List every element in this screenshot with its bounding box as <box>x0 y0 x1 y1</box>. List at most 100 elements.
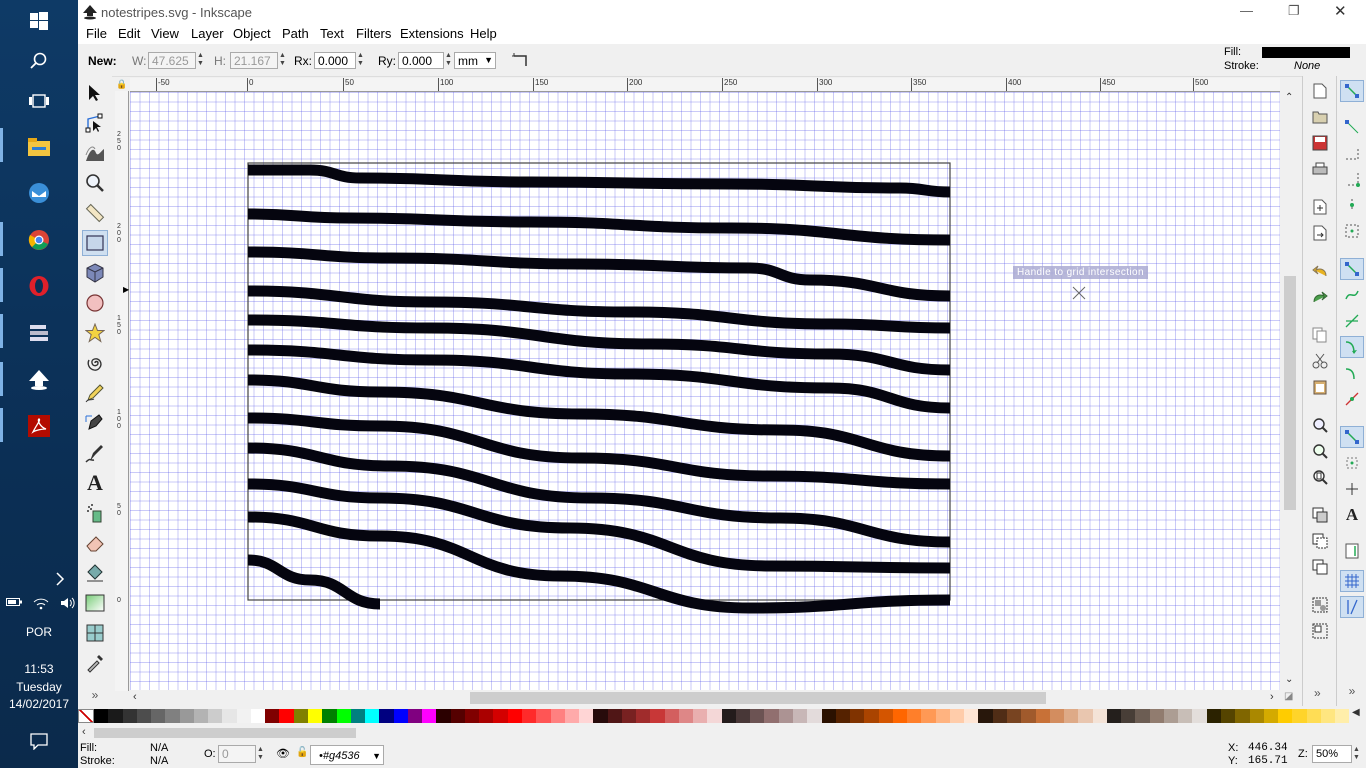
palette-swatch[interactable] <box>365 709 380 723</box>
save-icon[interactable] <box>1309 132 1331 154</box>
palette-swatch[interactable] <box>878 709 893 723</box>
import-icon[interactable] <box>1309 196 1331 218</box>
palette-swatch[interactable] <box>1335 709 1350 723</box>
palette-scrollbar[interactable]: ‹ <box>78 725 1366 741</box>
palette-swatch[interactable] <box>564 709 580 723</box>
palette-swatch[interactable] <box>136 709 152 723</box>
zoom-page-icon[interactable] <box>1309 466 1331 488</box>
snap-bbox-corner-icon[interactable] <box>1340 168 1364 190</box>
snap-bbox-midpoint-icon[interactable] <box>1340 194 1364 216</box>
palette-swatch[interactable] <box>507 709 522 723</box>
palette-swatch[interactable] <box>821 709 836 723</box>
fill-swatch[interactable] <box>1262 47 1350 58</box>
palette-swatch[interactable] <box>636 709 651 723</box>
palette-swatch[interactable] <box>1135 709 1150 723</box>
palette-swatch[interactable] <box>678 709 694 723</box>
rectangle-tool-icon[interactable] <box>82 230 108 256</box>
redo-icon[interactable] <box>1309 286 1331 308</box>
layer-visibility-icon[interactable]: 👁 <box>276 747 290 760</box>
clone-icon[interactable] <box>1309 530 1331 552</box>
palette-swatch[interactable] <box>907 709 922 723</box>
snap-grid-icon[interactable] <box>1340 570 1364 592</box>
snap-bbox-edge-icon[interactable] <box>1340 142 1364 164</box>
width-spinner[interactable]: ▲ ▼ <box>196 52 205 69</box>
snap-bbox-center-icon[interactable] <box>1340 220 1364 242</box>
snap-paths-icon[interactable] <box>1340 284 1364 306</box>
scroll-up-icon[interactable]: ⌃ <box>1285 92 1293 103</box>
palette-swatch[interactable] <box>179 709 194 723</box>
palette-swatch[interactable] <box>935 709 950 723</box>
acrobat-icon[interactable] <box>24 411 54 441</box>
status-stroke-value[interactable]: N/A <box>150 755 168 767</box>
palette-swatch[interactable] <box>521 709 537 723</box>
palette-swatch[interactable] <box>793 709 808 723</box>
palette-swatch[interactable] <box>1049 709 1065 723</box>
palette-swatch[interactable] <box>307 709 323 723</box>
palette-swatch[interactable] <box>393 709 408 723</box>
layer-lock-icon[interactable]: 🔓 <box>296 747 308 758</box>
palette-swatch[interactable] <box>1121 709 1136 723</box>
palette-swatch[interactable] <box>222 709 237 723</box>
minimize-button[interactable]: — <box>1240 3 1253 18</box>
task-view-icon[interactable] <box>24 86 54 116</box>
snap-others-icon[interactable] <box>1340 426 1364 448</box>
palette-swatch[interactable] <box>193 709 209 723</box>
palette-swatch[interactable] <box>293 709 308 723</box>
app-stack-icon[interactable] <box>24 318 54 348</box>
paint-bucket-tool-icon[interactable] <box>82 560 108 586</box>
palette-swatch[interactable] <box>735 709 751 723</box>
unlink-clone-icon[interactable] <box>1309 556 1331 578</box>
volume-icon[interactable] <box>60 596 76 612</box>
zoom-selection-icon[interactable] <box>1309 414 1331 436</box>
palette-swatch[interactable] <box>579 709 594 723</box>
palette-swatch[interactable] <box>236 709 251 723</box>
no-paint-swatch[interactable] <box>78 709 94 723</box>
palette-swatch[interactable] <box>379 709 394 723</box>
star-tool-icon[interactable] <box>82 320 108 346</box>
opacity-spinner[interactable]: ▲ ▼ <box>256 746 265 763</box>
vertical-scroll-thumb[interactable] <box>1284 276 1296 510</box>
palette-swatch[interactable] <box>807 709 822 723</box>
snap-page-border-icon[interactable] <box>1340 540 1364 562</box>
ellipse-tool-icon[interactable] <box>82 290 108 316</box>
palette-scroll-left-icon[interactable]: ‹ <box>82 726 86 738</box>
zoom-field[interactable]: 50% <box>1312 745 1352 763</box>
menu-path[interactable]: Path <box>282 26 309 41</box>
scroll-right-icon[interactable]: › <box>1270 691 1274 703</box>
drawing-canvas[interactable]: Handle to grid intersection <box>130 92 1280 690</box>
palette-swatch[interactable] <box>621 709 637 723</box>
tweak-tool-icon[interactable] <box>82 140 108 166</box>
palette-swatch[interactable] <box>607 709 622 723</box>
spiral-tool-icon[interactable] <box>82 350 108 376</box>
snap-rotation-center-icon[interactable] <box>1340 478 1364 500</box>
palette-swatch[interactable] <box>693 709 708 723</box>
unit-select[interactable]: mm ▼ <box>454 52 496 69</box>
palette-swatch[interactable] <box>835 709 851 723</box>
palette-swatch[interactable] <box>151 709 166 723</box>
snap-text-baseline-icon[interactable]: A <box>1340 504 1364 526</box>
ry-spinner[interactable]: ▲ ▼ <box>444 52 453 69</box>
clock-day[interactable]: Tuesday <box>0 680 78 694</box>
palette-swatch[interactable] <box>1092 709 1107 723</box>
stripe-path[interactable] <box>247 164 951 198</box>
scroll-down-icon[interactable]: ⌄ <box>1285 674 1293 685</box>
dropper-tool-icon[interactable] <box>82 650 108 676</box>
palette-swatch[interactable] <box>964 709 979 723</box>
palette-swatch[interactable] <box>650 709 665 723</box>
palette-swatch[interactable] <box>479 709 494 723</box>
zoom-spinner[interactable]: ▲ ▼ <box>1352 746 1361 763</box>
palette-swatch[interactable] <box>949 709 965 723</box>
palette-swatch[interactable] <box>1178 709 1193 723</box>
maximize-button[interactable]: ❐ <box>1288 3 1300 19</box>
3d-box-tool-icon[interactable] <box>82 260 108 286</box>
palette-swatch[interactable] <box>165 709 180 723</box>
palette-swatch[interactable] <box>1149 709 1164 723</box>
zoom-drawing-icon[interactable] <box>1309 440 1331 462</box>
windows-start-icon[interactable] <box>24 6 54 36</box>
snap-cusp-nodes-icon[interactable] <box>1340 336 1364 358</box>
snap-smooth-nodes-icon[interactable] <box>1340 362 1364 384</box>
palette-swatch[interactable] <box>1263 709 1279 723</box>
menu-object[interactable]: Object <box>233 26 271 41</box>
print-icon[interactable] <box>1309 158 1331 180</box>
pencil-tool-icon[interactable] <box>82 380 108 406</box>
